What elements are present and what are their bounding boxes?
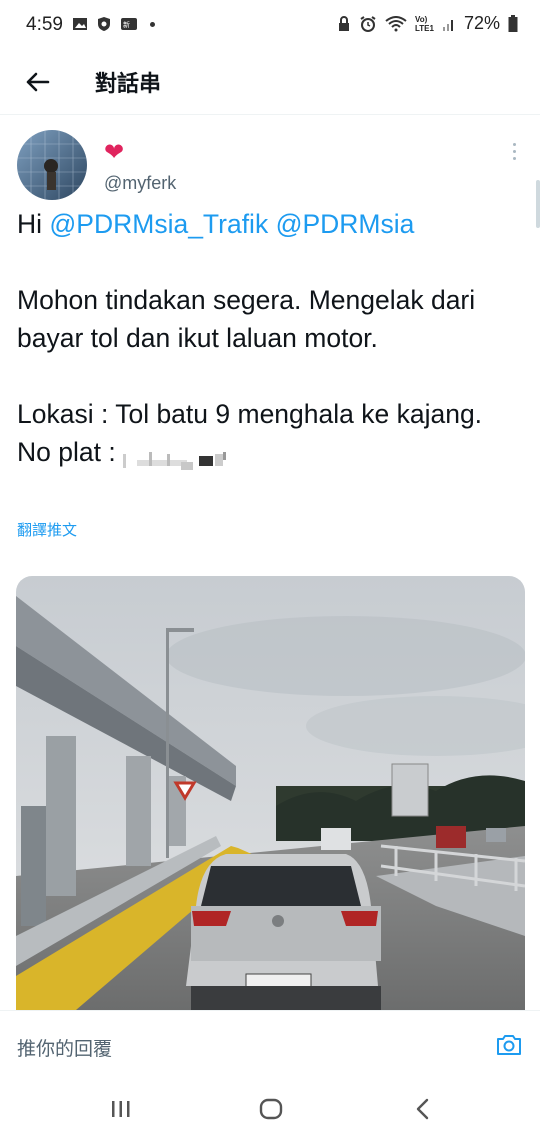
app-notification-icon: 新 — [121, 18, 137, 30]
battery-icon — [508, 14, 518, 32]
alarm-icon — [360, 15, 376, 32]
network-label: Vo) LTE1 — [415, 14, 434, 33]
home-icon[interactable] — [259, 1098, 283, 1120]
notification-icons: 新 — [72, 16, 155, 32]
arrow-left-icon[interactable] — [22, 66, 54, 98]
reply-bar: 推你的回覆 — [0, 1010, 540, 1079]
more-options-icon[interactable] — [510, 143, 518, 164]
status-bar: 4:59 新 Vo) LTE1 72% — [0, 0, 540, 50]
status-right: Vo) LTE1 72% — [337, 13, 518, 34]
shield-icon — [98, 17, 110, 31]
tweet-video-thumbnail[interactable] — [16, 576, 525, 1010]
camera-icon[interactable] — [495, 1031, 523, 1059]
app-bar: 對話串 — [0, 50, 540, 115]
tweet-text: Hi @PDRMsia_Trafik @PDRMsia Mohon tindak… — [17, 205, 522, 471]
wifi-icon — [385, 15, 407, 31]
gallery-icon — [73, 18, 87, 30]
system-back-icon[interactable] — [413, 1098, 433, 1120]
user-handle[interactable]: @myferk — [104, 173, 176, 194]
greeting-line: Hi @PDRMsia_Trafik @PDRMsia — [17, 205, 522, 243]
plate-label: No plat : — [17, 437, 124, 467]
more-notifications-dot-icon — [150, 21, 155, 27]
greeting: Hi — [17, 209, 50, 239]
recent-apps-icon[interactable] — [110, 1098, 132, 1120]
status-time: 4:59 — [26, 14, 63, 35]
system-navigation-bar — [0, 1078, 540, 1140]
tweet-paragraph: Mohon tindakan segera. Mengelak dari bay… — [17, 285, 476, 353]
battery-percent: 72% — [463, 13, 500, 33]
heart-icon: ❤ — [104, 139, 125, 166]
reply-input[interactable]: 推你的回覆 — [17, 1034, 112, 1061]
page-title: 對話串 — [95, 71, 162, 96]
signal-icon — [442, 19, 453, 31]
plate-line: No plat : — [17, 433, 522, 471]
scrollbar[interactable] — [536, 180, 540, 228]
location-line: Lokasi : Tol batu 9 menghala ke kajang. — [17, 399, 483, 429]
mention-link[interactable]: @PDRMsia — [276, 209, 415, 239]
avatar[interactable] — [17, 130, 87, 200]
mention-link[interactable]: @PDRMsia_Trafik — [49, 209, 268, 239]
translate-tweet-link[interactable]: 翻譯推文 — [17, 519, 77, 540]
lock-icon — [339, 15, 349, 31]
redacted-plate — [123, 444, 243, 470]
svg-text:新: 新 — [123, 20, 130, 29]
